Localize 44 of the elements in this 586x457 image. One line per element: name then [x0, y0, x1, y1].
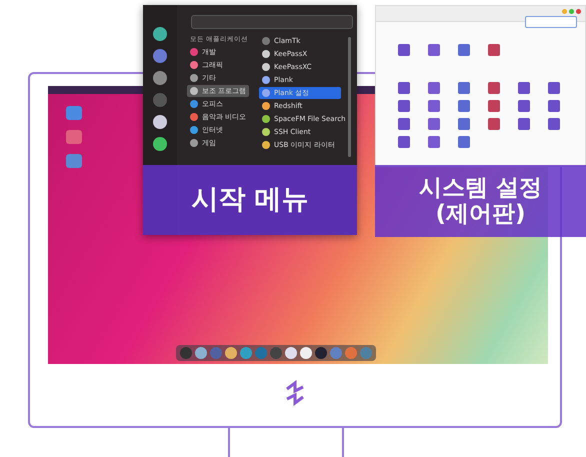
settings-app-icon[interactable] [458, 118, 470, 130]
minimize-button[interactable] [562, 9, 567, 14]
close-button[interactable] [576, 9, 581, 14]
dock-app-icon[interactable] [285, 347, 297, 359]
settings-app-icon[interactable] [548, 82, 560, 94]
settings-caption: 시스템 설정 [418, 174, 542, 201]
launcher-icon[interactable] [153, 137, 167, 151]
settings-app-icon[interactable] [488, 82, 500, 94]
settings-app-icon[interactable] [458, 136, 470, 148]
settings-app-icon[interactable] [398, 118, 410, 130]
maximize-button[interactable] [569, 9, 574, 14]
settings-app-icon[interactable] [488, 44, 500, 56]
dock-app-icon[interactable] [300, 347, 312, 359]
dock-app-icon[interactable] [195, 347, 207, 359]
scrollbar[interactable] [348, 37, 351, 157]
settings-app-icon[interactable] [428, 82, 440, 94]
settings-app-icon[interactable] [488, 100, 500, 112]
launcher-icon[interactable] [153, 27, 167, 41]
settings-app-icon[interactable] [428, 136, 440, 148]
settings-app-icon[interactable] [458, 100, 470, 112]
settings-app-icon[interactable] [488, 118, 500, 130]
search-field[interactable] [525, 16, 577, 28]
dock-app-icon[interactable] [315, 347, 327, 359]
settings-app-icon[interactable] [518, 118, 530, 130]
dock-app-icon[interactable] [240, 347, 252, 359]
start-menu-caption: 시작 메뉴 [191, 184, 309, 216]
settings-app-icon[interactable] [398, 44, 410, 56]
settings-app-icon[interactable] [458, 44, 470, 56]
settings-app-icon[interactable] [428, 44, 440, 56]
settings-app-icon[interactable] [548, 118, 560, 130]
dock-app-icon[interactable] [225, 347, 237, 359]
settings-app-icon[interactable] [428, 100, 440, 112]
settings-app-icon[interactable] [428, 118, 440, 130]
settings-app-icon[interactable] [548, 100, 560, 112]
settings-app-icon[interactable] [398, 136, 410, 148]
settings-app-icon[interactable] [398, 82, 410, 94]
settings-app-icon[interactable] [398, 100, 410, 112]
launcher-icon[interactable] [153, 115, 167, 129]
search-field[interactable] [191, 15, 353, 29]
settings-app-icon[interactable] [518, 100, 530, 112]
settings-app-icon[interactable] [458, 82, 470, 94]
settings-app-icon[interactable] [518, 82, 530, 94]
launcher-icon[interactable] [153, 71, 167, 85]
settings-caption: (제어판) [435, 201, 526, 228]
